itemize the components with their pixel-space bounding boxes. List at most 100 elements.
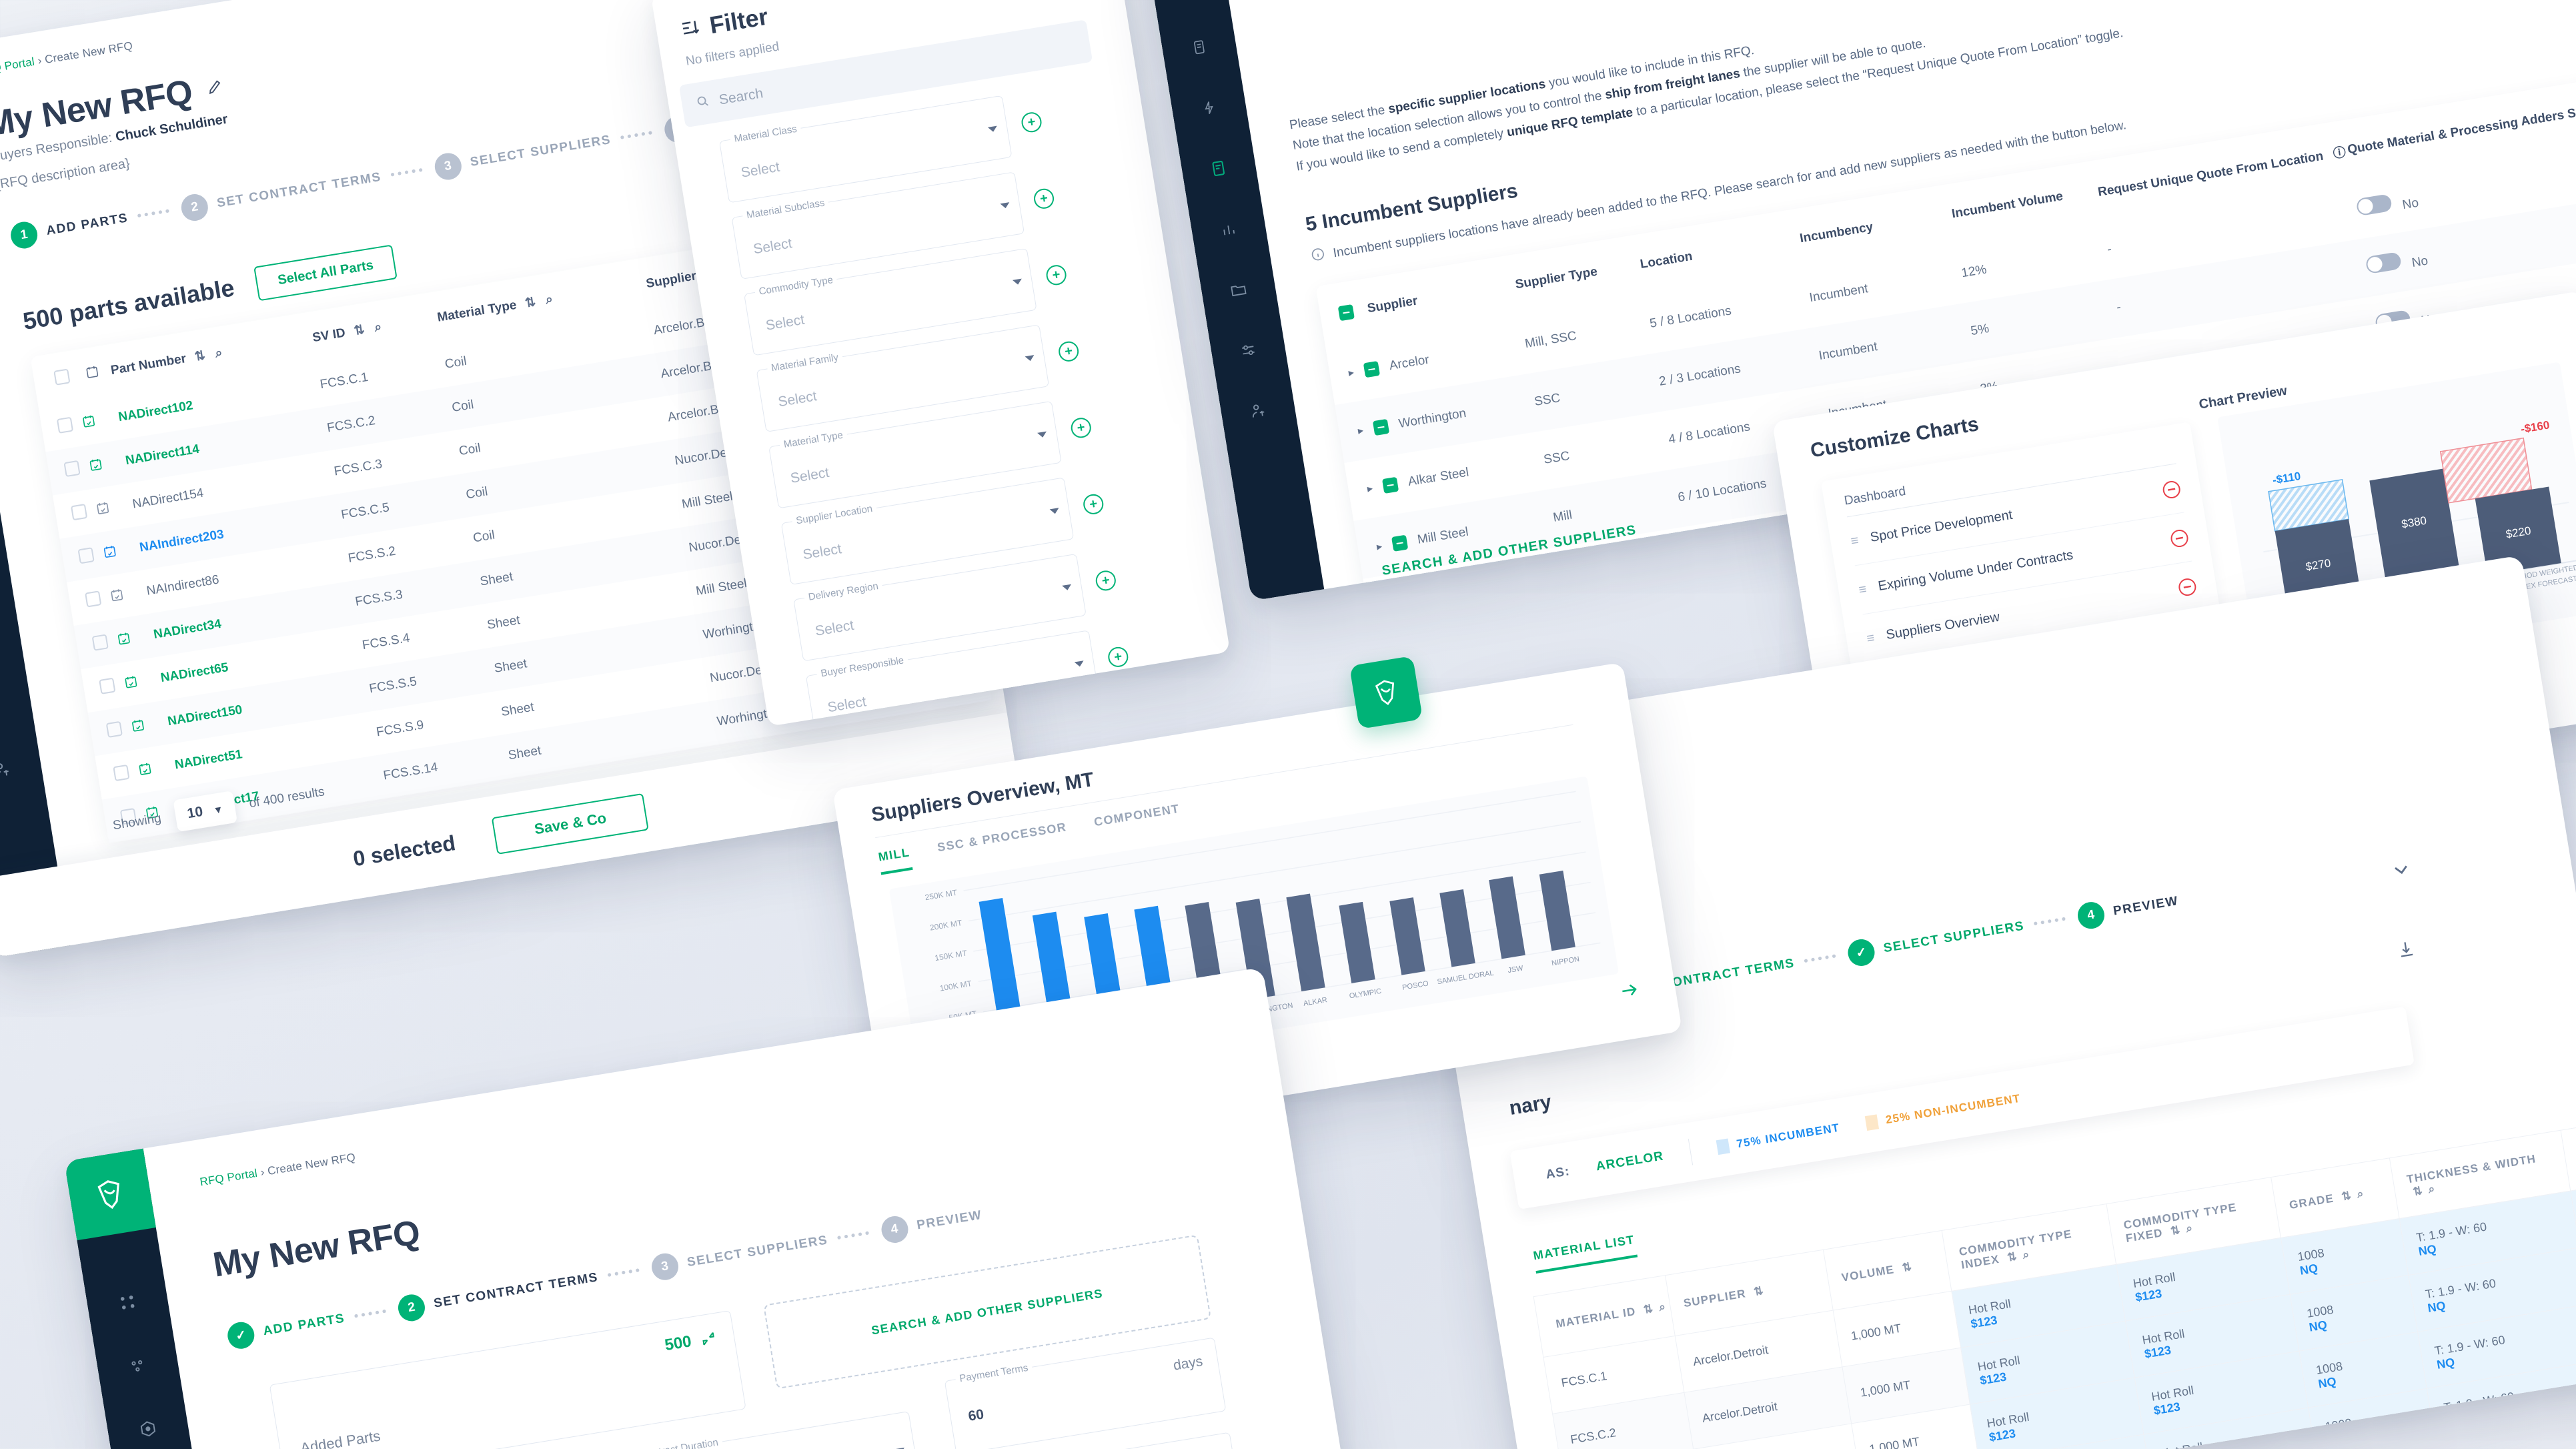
row-checkbox[interactable]	[70, 503, 88, 520]
col-supplier[interactable]: Supplier	[645, 269, 697, 291]
sort-icon[interactable]: ⇅	[524, 295, 537, 310]
ct-step-1-label[interactable]: ADD PARTS	[262, 1312, 346, 1340]
ct-step-3-label[interactable]: SELECT SUPPLIERS	[686, 1233, 829, 1270]
ct-step-4-badge[interactable]: 4	[879, 1214, 910, 1245]
step-1-badge[interactable]: 1	[9, 219, 40, 251]
search-icon[interactable]: ⌕	[374, 320, 383, 334]
expand-row-icon[interactable]: ▸	[1348, 367, 1355, 379]
sort-icon[interactable]: ⇅	[1901, 1260, 1913, 1274]
supplier-checkbox[interactable]	[1401, 592, 1418, 601]
search-icon[interactable]: ⌕	[544, 292, 554, 307]
row-checkbox[interactable]	[63, 460, 81, 477]
supplier-checkbox[interactable]	[1382, 477, 1399, 494]
left-nav-rail[interactable]	[64, 1148, 231, 1449]
info-icon[interactable]: ⓘ	[2332, 145, 2347, 161]
search-icon[interactable]: ⌕	[1658, 1300, 1668, 1313]
sort-icon[interactable]: ⇅	[2412, 1183, 2424, 1197]
save-and-continue-button[interactable]: Save & Co	[492, 793, 650, 855]
add-filter-button-6[interactable]: +	[1094, 569, 1118, 592]
download-icon[interactable]	[2395, 937, 2418, 963]
arrow-right-icon[interactable]	[1618, 979, 1641, 1005]
add-filter-button-5[interactable]: +	[1082, 492, 1105, 516]
breadcrumb[interactable]: RFQ Portal › Create New RFQ	[0, 39, 133, 77]
info-icon[interactable]	[1309, 246, 1327, 266]
chevron-down-icon[interactable]	[1037, 431, 1048, 438]
add-filter-button-3[interactable]: +	[1057, 340, 1081, 364]
tab-mill[interactable]: MILL	[877, 845, 913, 875]
supplier-checkbox[interactable]	[1363, 361, 1381, 378]
sort-icon[interactable]: ⇅	[193, 348, 206, 364]
preview-step-4-label[interactable]: PREVIEW	[2112, 894, 2180, 919]
chevron-down-icon[interactable]	[1000, 202, 1011, 209]
ct-step-4-label[interactable]: PREVIEW	[916, 1208, 983, 1234]
ct-step-1-badge[interactable]: ✓	[225, 1320, 257, 1351]
col-material-type[interactable]: Material Type	[436, 298, 518, 324]
nav-grid-icon[interactable]	[83, 1264, 172, 1340]
payment-terms-value[interactable]: 60	[967, 1406, 985, 1424]
nav-user-settings-icon[interactable]	[1217, 374, 1299, 446]
step-1-label[interactable]: ADD PARTS	[45, 211, 129, 239]
preview-step-4-badge[interactable]: 4	[2075, 900, 2106, 931]
sort-icon[interactable]: ⇅	[353, 322, 366, 338]
remove-chart-button-0[interactable]: −	[2161, 479, 2182, 500]
nav-invoice-icon[interactable]	[1178, 132, 1260, 204]
chevron-down-icon[interactable]	[2389, 857, 2415, 886]
sort-icon[interactable]: ⇅	[2006, 1250, 2018, 1264]
search-icon[interactable]: ⌕	[2022, 1248, 2031, 1261]
app-logo-chip[interactable]	[1349, 655, 1423, 730]
expand-row-icon[interactable]: ▸	[1367, 482, 1374, 494]
row-checkbox[interactable]	[105, 720, 123, 738]
expand-icon[interactable]	[699, 1330, 718, 1351]
sort-icon[interactable]: ⇅	[2341, 1189, 2353, 1203]
sort-icon[interactable]: ⇅	[1642, 1302, 1654, 1316]
sort-icon[interactable]: ⇅	[2170, 1223, 2182, 1237]
drag-handle-icon[interactable]: ≡	[1866, 630, 1876, 646]
app-logo[interactable]	[64, 1148, 156, 1241]
nav-document-icon[interactable]	[1158, 11, 1240, 83]
col-part-number[interactable]: Part Number	[110, 352, 187, 378]
drag-handle-icon[interactable]: ≡	[1858, 582, 1868, 598]
select-all-checkbox[interactable]	[53, 368, 71, 386]
add-filter-button-4[interactable]: +	[1069, 416, 1093, 440]
row-checkbox[interactable]	[113, 764, 130, 781]
select-all-suppliers-checkbox[interactable]	[1337, 304, 1355, 322]
step-2-label[interactable]: SET CONTRACT TERMS	[216, 170, 383, 211]
row-checkbox[interactable]	[84, 590, 102, 608]
ct-step-3-badge[interactable]: 3	[649, 1251, 680, 1282]
step-3-label[interactable]: SELECT SUPPLIERS	[469, 133, 612, 170]
search-icon[interactable]: ⌕	[2427, 1181, 2437, 1195]
search-icon[interactable]: ⌕	[2356, 1187, 2365, 1200]
add-filter-button-0[interactable]: +	[1020, 111, 1043, 134]
add-filter-button-8[interactable]: +	[1119, 722, 1143, 727]
tab-material-list[interactable]: MATERIAL LIST	[1532, 1232, 1638, 1274]
add-filter-button-7[interactable]: +	[1107, 645, 1130, 669]
preview-step-3-label[interactable]: SELECT SUPPLIERS	[1882, 919, 2025, 956]
quote-adders-toggle[interactable]	[2355, 193, 2393, 217]
row-checkbox[interactable]	[99, 677, 116, 694]
tab-component[interactable]: COMPONENT	[1093, 802, 1183, 840]
preview-step-3-badge[interactable]: ✓	[1846, 937, 1877, 968]
pencil-icon[interactable]	[205, 76, 225, 99]
nav-user-settings-icon[interactable]	[0, 732, 46, 808]
breadcrumb-root[interactable]: RFQ Portal	[199, 1167, 258, 1189]
row-checkbox[interactable]	[56, 416, 73, 434]
row-checkbox[interactable]	[91, 633, 109, 651]
row-checkbox[interactable]	[77, 546, 95, 564]
search-icon[interactable]: ⌕	[214, 346, 223, 360]
add-filter-button-1[interactable]: +	[1032, 187, 1056, 211]
remove-chart-button-1[interactable]: −	[2169, 528, 2190, 548]
chevron-down-icon[interactable]	[987, 125, 998, 133]
chevron-down-icon[interactable]	[1025, 355, 1035, 362]
chevron-down-icon[interactable]	[1062, 584, 1073, 591]
select-all-parts-button[interactable]: Select All Parts	[253, 244, 398, 302]
nav-analytics-icon[interactable]	[1187, 193, 1269, 265]
ct-step-2-label[interactable]: SET CONTRACT TERMS	[433, 1270, 600, 1312]
expand-row-icon[interactable]: ▸	[1357, 425, 1365, 437]
remove-chart-button-2[interactable]: −	[2177, 576, 2198, 597]
step-2-badge[interactable]: 2	[179, 192, 210, 223]
expand-row-icon[interactable]: ▸	[1385, 598, 1393, 601]
sort-icon[interactable]: ⇅	[1753, 1284, 1765, 1298]
search-icon[interactable]: ⌕	[2185, 1221, 2194, 1234]
breadcrumb-root[interactable]: RFQ Portal	[0, 55, 35, 77]
chevron-down-icon[interactable]	[1012, 278, 1023, 286]
